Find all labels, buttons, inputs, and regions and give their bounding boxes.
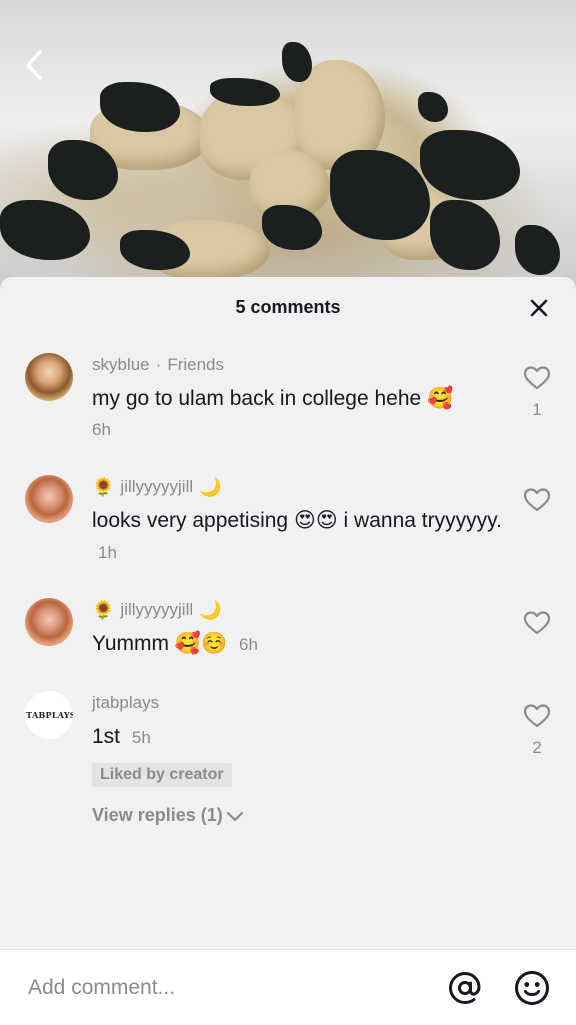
avatar[interactable]: JTABPLAYS [25, 691, 73, 739]
heart-outline-icon [523, 611, 551, 635]
add-comment-input[interactable] [26, 970, 410, 1006]
comment-user-line: jtabplays [92, 691, 502, 715]
comment-username[interactable]: jtabplays [92, 693, 159, 713]
view-replies-label: View replies (1) [92, 805, 223, 825]
separator-dot: · [155, 355, 162, 374]
comment-body: skyblue · Friends my go to ulam back in … [92, 353, 502, 440]
comment-body: 🌻 jillyyyyyjill 🌙 Yummm 🥰☺️ 6h [92, 598, 502, 660]
comment-text-body: 1st [92, 725, 121, 748]
comment-time: 1h [98, 543, 117, 562]
back-button[interactable] [20, 46, 56, 84]
comment-text-body: looks very appetising 😍😍 i wanna tryyyyy… [92, 509, 502, 532]
comment-body: 🌻 jillyyyyyjill 🌙 looks very appetising … [92, 475, 502, 568]
comment-text-body: my go to ulam back in college hehe [92, 387, 422, 410]
comment-input-bar [0, 949, 576, 1025]
comments-panel: 5 comments skyblue · Friends my go to ul… [0, 277, 576, 1024]
like-button[interactable] [522, 610, 552, 645]
close-button[interactable] [528, 297, 550, 319]
comment-user-line: 🌻 jillyyyyyjill 🌙 [92, 598, 502, 622]
comment-username[interactable]: jillyyyyyjill [120, 600, 193, 620]
avatar-logo-text: JTABPLAYS [25, 710, 73, 720]
avatar[interactable] [25, 353, 73, 401]
view-replies-button[interactable]: View replies (1) [92, 805, 502, 826]
comment-text: Yummm 🥰☺️ 6h [92, 628, 502, 660]
avatar[interactable] [25, 598, 73, 646]
moon-icon: 🌙 [199, 476, 222, 497]
comment-username[interactable]: jillyyyyyjill [120, 477, 193, 497]
like-button[interactable] [522, 487, 552, 522]
close-icon [530, 299, 548, 317]
video-background [0, 0, 576, 300]
comment-user-line: skyblue · Friends [92, 353, 502, 377]
emoji-button[interactable] [514, 970, 550, 1006]
at-sign-icon [448, 971, 481, 1005]
like-button[interactable]: 2 [522, 703, 552, 758]
comment-time: 6h [238, 635, 258, 654]
comment-text: looks very appetising 😍😍 i wanna tryyyyy… [92, 505, 502, 568]
sunflower-icon: 🌻 [92, 599, 115, 620]
smiley-icon [515, 971, 549, 1005]
heart-outline-icon [523, 366, 551, 390]
liked-by-creator-badge: Liked by creator [92, 763, 232, 787]
comment-body: jtabplays 1st 5h Liked by creator View r… [92, 691, 502, 826]
comment-user-line: 🌻 jillyyyyyjill 🌙 [92, 475, 502, 499]
comment-text: 1st 5h [92, 721, 502, 753]
comment-time: 5h [131, 728, 151, 747]
moon-icon: 🌙 [199, 599, 222, 620]
comment-username[interactable]: skyblue [92, 355, 150, 375]
comment-count-title: 5 comments [235, 297, 341, 317]
chevron-down-icon [226, 811, 243, 821]
chevron-left-icon [26, 50, 42, 80]
like-button[interactable]: 1 [522, 365, 552, 420]
avatar[interactable] [25, 475, 73, 523]
comment-time: 6h [92, 420, 111, 439]
heart-outline-icon [523, 704, 551, 728]
comments-header: 5 comments [0, 277, 576, 335]
comment-text: my go to ulam back in college hehe 🥰 [92, 383, 502, 414]
comment-text-body: Yummm 🥰☺️ [92, 632, 228, 655]
sunflower-icon: 🌻 [92, 476, 115, 497]
like-count: 1 [532, 400, 542, 419]
like-count: 2 [532, 738, 542, 757]
comment-text-emoji: 🥰 [427, 387, 454, 410]
heart-outline-icon [523, 488, 551, 512]
comment-relation: Friends [167, 355, 224, 374]
mention-button[interactable] [447, 970, 483, 1006]
